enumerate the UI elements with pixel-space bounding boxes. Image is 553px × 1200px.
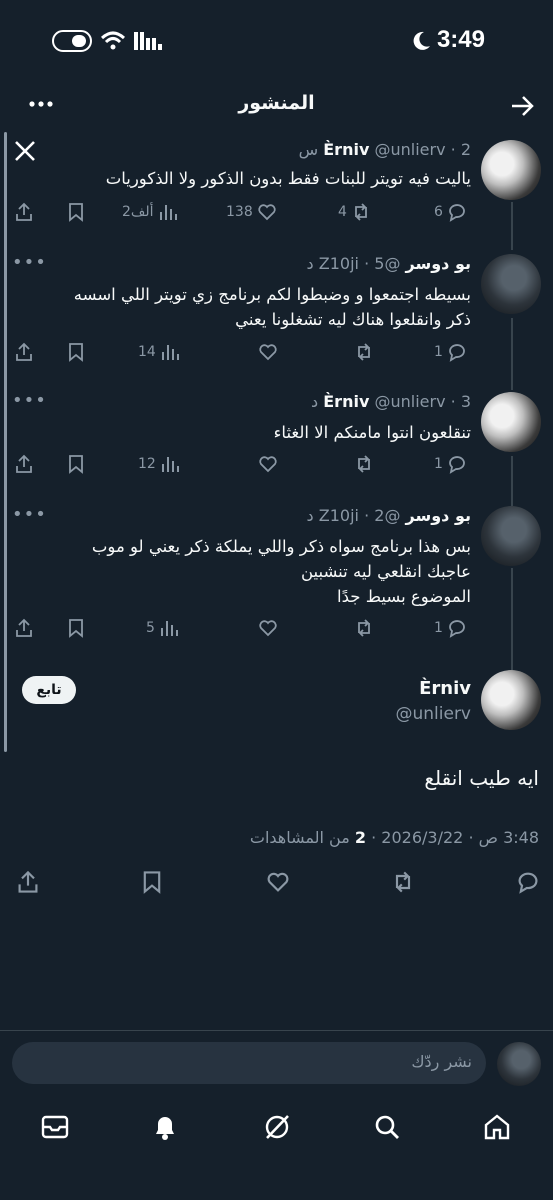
- follow-button[interactable]: تابع: [22, 676, 76, 704]
- post-meta: 3:48 ص · 2026/3/22 · 2 من المشاهدات: [249, 828, 539, 847]
- share-icon[interactable]: [14, 200, 34, 224]
- tweet-actions: 14 1: [14, 340, 474, 364]
- bookmark-icon[interactable]: [66, 200, 86, 224]
- reply-stat[interactable]: 1: [434, 616, 467, 640]
- grok-icon[interactable]: [262, 1112, 292, 1142]
- reply-icon: [449, 204, 465, 222]
- post-actions: [0, 870, 553, 896]
- reply-stat[interactable]: 1: [434, 452, 467, 476]
- wifi-icon: [100, 31, 126, 50]
- reply-input[interactable]: نشر ردّك: [12, 1042, 486, 1084]
- bookmark-icon[interactable]: [66, 616, 86, 640]
- thread-indicator: [4, 132, 7, 752]
- avatar[interactable]: [481, 392, 541, 452]
- heart-icon: [258, 204, 276, 221]
- repost-stat[interactable]: 4: [338, 200, 371, 224]
- views-icon: [159, 205, 177, 220]
- search-icon[interactable]: [372, 1112, 402, 1142]
- tweet-actions: 2ألف 138 4 6: [14, 200, 474, 224]
- more-icon[interactable]: •••: [12, 390, 47, 411]
- heart-icon[interactable]: [258, 452, 278, 476]
- views-label: من المشاهدات: [249, 828, 350, 847]
- post-date: 2026/3/22: [381, 828, 464, 847]
- views-icon: [161, 345, 179, 360]
- more-icon[interactable]: •••: [12, 252, 47, 273]
- back-arrow-icon[interactable]: [510, 95, 534, 117]
- avatar[interactable]: [481, 670, 541, 730]
- divider: [0, 1030, 553, 1031]
- status-time: 3:49: [436, 26, 485, 53]
- more-icon[interactable]: •••: [12, 504, 47, 525]
- tweet-header: بو دوسر @Z10ji · 2 د: [306, 506, 471, 525]
- views-stat[interactable]: 12: [138, 452, 180, 476]
- repost-icon[interactable]: [354, 340, 374, 364]
- like-stat[interactable]: 138: [226, 200, 277, 224]
- bottom-nav: [0, 1100, 553, 1154]
- repost-icon[interactable]: [390, 870, 416, 894]
- author-name[interactable]: Èrniv: [419, 678, 471, 699]
- tweet-header: بو دوسر @Z10ji · 5 د: [306, 254, 471, 273]
- home-icon[interactable]: [482, 1112, 512, 1142]
- heart-icon[interactable]: [258, 340, 278, 364]
- tweet-text: بس هذا برنامج سواه ذكر واللي يملكة ذكر ي…: [91, 537, 471, 606]
- status-bar: 3:49: [0, 0, 553, 80]
- toggle-icon: [52, 30, 92, 52]
- tweet-text: ياليت فيه تويتر للبنات فقط بدون الذكور و…: [105, 169, 471, 188]
- avatar[interactable]: [481, 254, 541, 314]
- bookmark-icon[interactable]: [66, 340, 86, 364]
- views-stat[interactable]: 5: [146, 616, 179, 640]
- thread-connector: [511, 568, 513, 672]
- reply-stat[interactable]: 6: [434, 200, 467, 224]
- views-icon: [160, 621, 178, 636]
- author-handle[interactable]: @unlierv: [395, 704, 471, 724]
- x-logo-icon: [14, 140, 36, 162]
- reply-icon: [449, 344, 465, 362]
- messages-icon[interactable]: [40, 1112, 70, 1142]
- avatar[interactable]: [497, 1042, 541, 1086]
- tweet-actions: 5 1: [14, 616, 474, 640]
- views-icon: [161, 457, 179, 472]
- signal-icon: [134, 32, 162, 50]
- tweet-text: تنقلعون انتوا مامنكم الا الغثاء: [273, 423, 471, 442]
- share-icon[interactable]: [14, 616, 34, 640]
- tweet-actions: 12 1: [14, 452, 474, 476]
- repost-icon[interactable]: [354, 452, 374, 476]
- heart-icon[interactable]: [258, 616, 278, 640]
- moon-icon: [413, 31, 430, 50]
- share-icon[interactable]: [14, 452, 34, 476]
- reply-icon: [449, 456, 465, 474]
- heart-icon[interactable]: [266, 870, 290, 894]
- reply-stat[interactable]: 1: [434, 340, 467, 364]
- reply-icon: [449, 620, 465, 638]
- repost-icon: [355, 203, 367, 221]
- repost-icon[interactable]: [354, 616, 374, 640]
- views-stat[interactable]: 2ألف: [122, 200, 178, 224]
- thread-connector: [511, 202, 513, 250]
- reply-placeholder: نشر ردّك: [411, 1052, 472, 1071]
- share-icon[interactable]: [16, 870, 40, 894]
- tweet-header: Èrniv @unlierv · 2 س: [298, 140, 471, 159]
- views-count: 2: [354, 828, 367, 847]
- post-text: ايه طيب انقلع: [424, 766, 539, 790]
- tweet-text: بسيطه اجتمعوا و وضبطوا لكم برنامج زي توي…: [73, 285, 471, 329]
- page-title: المنشور: [238, 92, 315, 114]
- views-stat[interactable]: 14: [138, 340, 180, 364]
- reply-icon[interactable]: [516, 870, 540, 894]
- thread-connector: [511, 318, 513, 390]
- notifications-icon[interactable]: [150, 1112, 180, 1142]
- thread-connector: [511, 456, 513, 506]
- bookmark-icon[interactable]: [140, 870, 164, 894]
- post-time: 3:48 ص: [478, 828, 539, 847]
- share-icon[interactable]: [14, 340, 34, 364]
- tweet-header: Èrniv @unlierv · 3 د: [311, 392, 471, 411]
- avatar[interactable]: [481, 140, 541, 200]
- avatar[interactable]: [481, 506, 541, 566]
- bookmark-icon[interactable]: [66, 452, 86, 476]
